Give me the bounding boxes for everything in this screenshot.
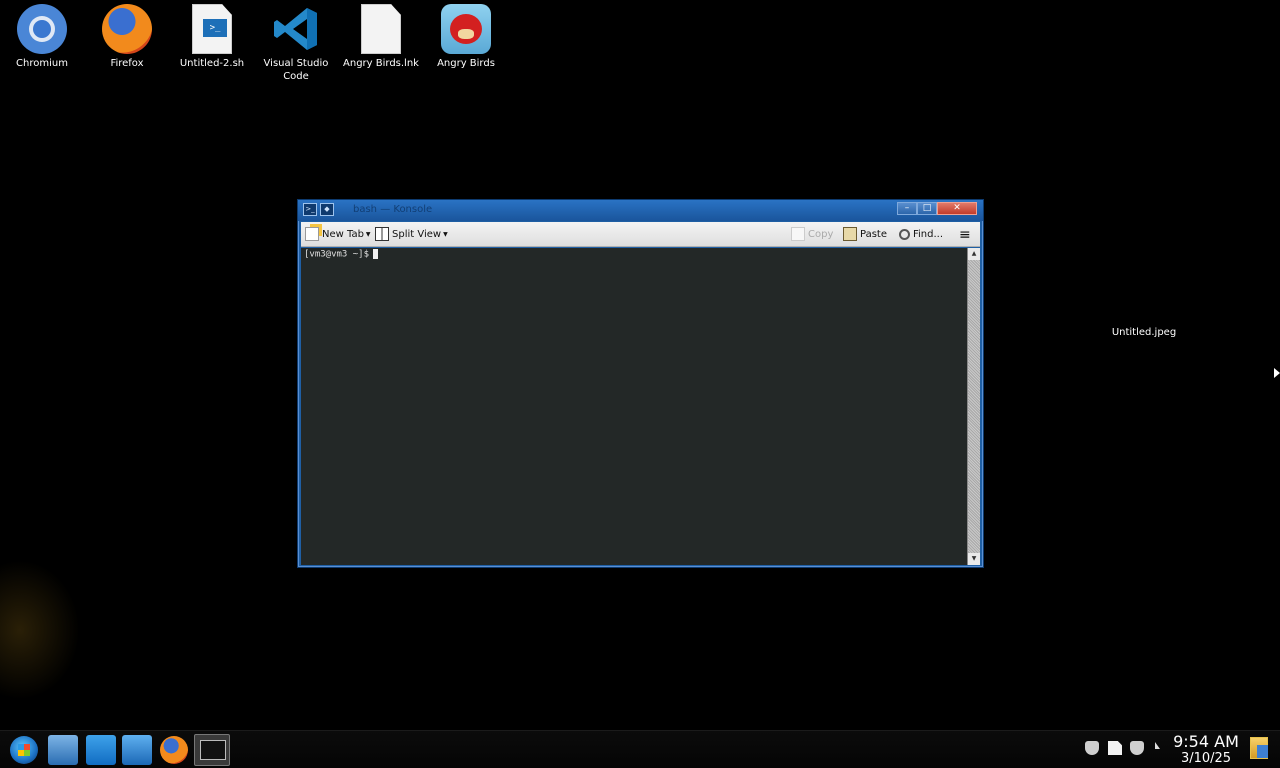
firefox-icon[interactable] (160, 736, 188, 764)
shell-script-icon (192, 4, 232, 54)
copy-icon (791, 227, 805, 241)
angry-birds-icon (441, 4, 491, 54)
new-tab-button[interactable]: New Tab ▼ (305, 226, 371, 244)
desktop-icon-label: Visual Studio Code (263, 58, 329, 82)
show-desktop-icon[interactable] (1250, 737, 1268, 759)
new-tab-label: New Tab (322, 229, 364, 240)
taskbar-clock[interactable]: 9:54 AM 3/10/25 (1168, 732, 1244, 767)
paste-button[interactable]: Paste (843, 226, 887, 244)
konsole-toolbar: New Tab ▼ Split View ▼ Copy Paste Find... … (301, 222, 980, 247)
window-title: bash — Konsole (353, 204, 433, 215)
store-icon[interactable] (86, 735, 116, 765)
mouse-cursor-icon (1274, 368, 1280, 378)
desktop-icon-label: Angry Birds.lnk (343, 58, 419, 69)
desktop-icon-label: Untitled-2.sh (179, 58, 245, 69)
konsole-icon[interactable] (194, 734, 230, 766)
tray-document-icon[interactable] (1108, 741, 1122, 755)
minimize-button[interactable]: – (897, 202, 917, 215)
split-view-icon (375, 227, 389, 241)
scroll-down-icon[interactable]: ▼ (968, 553, 980, 565)
pin-icon[interactable]: ◆ (320, 203, 334, 216)
clock-date: 3/10/25 (1180, 751, 1232, 766)
split-view-label: Split View (392, 229, 442, 240)
desktop-icon-vscode[interactable]: Visual Studio Code (254, 4, 338, 83)
chevron-down-icon[interactable]: ▼ (366, 231, 371, 238)
terminal-scrollbar[interactable]: ▲ ▼ (967, 248, 980, 565)
folder-icon[interactable] (122, 735, 152, 765)
desktop-file-untitled-jpeg[interactable]: Untitled.jpeg (1100, 327, 1188, 338)
desktop-icon-label: Firefox (110, 58, 144, 69)
tray-shield-icon[interactable] (1085, 741, 1099, 755)
desktop-glow (0, 560, 80, 700)
file-icon (361, 4, 401, 54)
terminal-area[interactable]: [vm3@vm3 ~]$ (301, 248, 967, 565)
close-button[interactable]: ✕ (937, 202, 977, 215)
tray-cursor-icon (1155, 742, 1160, 749)
desktop-icon-label: Chromium (16, 58, 68, 69)
paste-icon (843, 227, 857, 241)
desktop-icon-angry-birds[interactable]: Angry Birds (424, 4, 508, 70)
text-cursor (373, 249, 379, 259)
window-controls: – □ ✕ (897, 202, 977, 215)
hamburger-menu-icon[interactable]: ≡ (959, 226, 971, 244)
tray-security-icon[interactable] (1130, 741, 1144, 755)
find-button[interactable]: Find... (899, 226, 943, 244)
desktop-icon-chromium[interactable]: Chromium (0, 4, 84, 70)
konsole-window[interactable]: >_ ◆ bash — Konsole – □ ✕ New Tab ▼ Split… (297, 199, 984, 568)
scroll-up-icon[interactable]: ▲ (968, 248, 980, 260)
monitor-icon[interactable] (48, 735, 78, 765)
desktop-icon-firefox[interactable]: Firefox (85, 4, 169, 70)
maximize-button[interactable]: □ (917, 202, 937, 215)
new-tab-icon (305, 227, 319, 241)
terminal-app-icon[interactable]: >_ (303, 203, 317, 216)
vscode-icon (271, 4, 321, 54)
desktop-icon-label: Angry Birds (437, 58, 495, 69)
split-view-button[interactable]: Split View ▼ (375, 226, 448, 244)
chevron-down-icon[interactable]: ▼ (443, 231, 448, 238)
terminal-prompt: [vm3@vm3 ~]$ (304, 249, 370, 260)
clock-time: 9:54 AM (1173, 732, 1239, 751)
chromium-icon (17, 4, 67, 54)
desktop-icon-untitled-sh[interactable]: Untitled-2.sh (170, 4, 254, 70)
start-icon[interactable] (10, 736, 38, 764)
taskbar: 9:54 AM 3/10/25 (0, 730, 1280, 768)
firefox-icon (102, 4, 152, 54)
paste-label: Paste (860, 229, 887, 240)
desktop: Chromium Firefox Untitled-2.sh Visual St… (0, 0, 1280, 730)
copy-button[interactable]: Copy (791, 226, 833, 244)
window-titlebar[interactable]: >_ ◆ bash — Konsole – □ ✕ (298, 200, 983, 221)
copy-label: Copy (808, 229, 834, 240)
desktop-icon-angry-birds-lnk[interactable]: Angry Birds.lnk (339, 4, 423, 70)
find-label: Find... (913, 229, 944, 240)
search-icon (899, 228, 910, 240)
